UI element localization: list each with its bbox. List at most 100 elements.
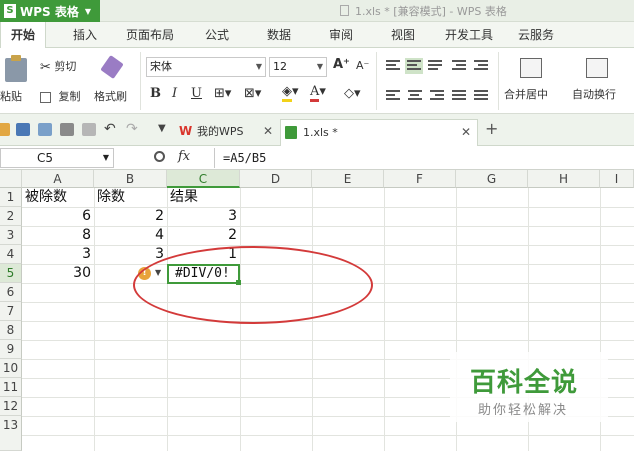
underline-button[interactable]: U <box>191 86 202 101</box>
column-header-b[interactable]: B <box>94 170 167 188</box>
merge-center-button[interactable]: 合并居中 <box>502 52 560 112</box>
row-header-8[interactable]: 8 <box>0 321 22 340</box>
font-color-icon[interactable]: A▾ <box>310 84 326 102</box>
row-header-9[interactable]: 9 <box>0 340 22 359</box>
cell-a4[interactable]: 3 <box>22 245 94 264</box>
cell-b3[interactable]: 4 <box>94 226 167 245</box>
app-menu-button[interactable]: S WPS 表格 ▼ <box>0 0 100 22</box>
export-icon[interactable] <box>38 123 52 136</box>
column-header-i[interactable]: I <box>600 170 634 188</box>
row-header-4[interactable]: 4 <box>0 245 22 264</box>
tab-view[interactable]: 视图 <box>380 22 426 48</box>
tab-data[interactable]: 数据 <box>256 22 302 48</box>
select-all-corner[interactable] <box>0 170 22 188</box>
fill-handle[interactable] <box>236 280 241 285</box>
error-warning-icon[interactable]: ! <box>138 267 151 280</box>
row-header-12[interactable]: 12 <box>0 397 22 416</box>
tab-home[interactable]: 开始 <box>0 22 46 49</box>
paste-button[interactable]: 粘贴 <box>0 48 34 112</box>
cell-a5[interactable]: 30 <box>22 264 94 283</box>
row-header-13[interactable]: 13 <box>0 416 22 451</box>
format-painter-button[interactable]: 格式刷 <box>92 48 136 112</box>
indent-increase-icon[interactable] <box>474 60 488 72</box>
row-header-6[interactable]: 6 <box>0 283 22 302</box>
tab-review[interactable]: 审阅 <box>318 22 364 48</box>
column-header-c[interactable]: C <box>167 170 240 188</box>
row-header-5[interactable]: 5 <box>0 264 22 283</box>
cell-b2[interactable]: 2 <box>94 207 167 226</box>
font-name-select[interactable]: 宋体 ▼ <box>146 57 266 77</box>
align-top-icon[interactable] <box>386 60 400 72</box>
decrease-font-icon[interactable]: A⁻ <box>356 59 369 72</box>
undo-icon[interactable]: ↶ <box>104 121 116 137</box>
cell-a1[interactable]: 被除数 <box>22 188 94 207</box>
tab-cloud[interactable]: 云服务 <box>510 22 562 48</box>
tab-formulas[interactable]: 公式 <box>194 22 240 48</box>
align-center-icon[interactable] <box>408 90 422 102</box>
close-icon[interactable]: ✕ <box>263 119 273 144</box>
print-preview-icon[interactable] <box>82 123 96 136</box>
gridline <box>22 264 634 265</box>
column-header-h[interactable]: H <box>528 170 600 188</box>
tab-page-layout[interactable]: 页面布局 <box>118 22 182 48</box>
increase-font-icon[interactable]: A⁺ <box>333 57 350 72</box>
cell-c4[interactable]: 1 <box>167 245 240 264</box>
justify-icon[interactable] <box>452 90 466 102</box>
column-header-d[interactable]: D <box>240 170 312 188</box>
fill-color-icon[interactable]: ◈▾ <box>282 84 299 102</box>
zoom-icon[interactable] <box>154 151 165 162</box>
cut-button[interactable]: ✂ 剪切 <box>40 58 76 75</box>
borders-icon[interactable]: ⊞▾ <box>214 86 231 101</box>
cell-b4[interactable]: 3 <box>94 245 167 264</box>
align-middle-icon[interactable] <box>405 58 423 74</box>
indent-decrease-icon[interactable] <box>452 60 466 72</box>
align-left-icon[interactable] <box>386 90 400 102</box>
cell-style-icon[interactable]: ⊠▾ <box>244 86 261 101</box>
row-header-10[interactable]: 10 <box>0 359 22 378</box>
tab-insert[interactable]: 插入 <box>62 22 108 48</box>
save-icon[interactable] <box>16 123 30 136</box>
doc-tab-my-wps[interactable]: W 我的WPS ✕ <box>175 119 279 146</box>
row-header-2[interactable]: 2 <box>0 207 22 226</box>
cell-b1[interactable]: 除数 <box>94 188 167 207</box>
copy-icon <box>40 91 51 103</box>
clear-format-icon[interactable]: ◇▾ <box>344 86 361 101</box>
function-icon[interactable]: fx <box>178 149 190 164</box>
row-header-7[interactable]: 7 <box>0 302 22 321</box>
print-icon[interactable] <box>60 123 74 136</box>
redo-icon[interactable]: ↷ <box>126 121 138 137</box>
gridline <box>312 188 313 451</box>
font-size-select[interactable]: 12 ▼ <box>269 57 327 77</box>
column-header-a[interactable]: A <box>22 170 94 188</box>
chevron-down-icon[interactable]: ▼ <box>155 268 161 277</box>
doc-tab-1xls[interactable]: 1.xls * ✕ <box>280 119 478 146</box>
copy-button[interactable]: 复制 <box>40 88 81 104</box>
cell-c1[interactable]: 结果 <box>167 188 240 207</box>
italic-button[interactable]: I <box>172 86 177 101</box>
customize-chevron-icon[interactable]: ▼ <box>158 123 166 134</box>
row-header-3[interactable]: 3 <box>0 226 22 245</box>
row-header-11[interactable]: 11 <box>0 378 22 397</box>
column-header-g[interactable]: G <box>456 170 528 188</box>
new-tab-icon[interactable]: + <box>485 119 498 138</box>
cell-c2[interactable]: 3 <box>167 207 240 226</box>
clipboard-icon <box>5 55 27 82</box>
distributed-icon[interactable] <box>474 90 488 102</box>
bold-button[interactable]: B <box>150 86 161 101</box>
ribbon: 粘贴 ✂ 剪切 复制 格式刷 宋体 ▼ 12 ▼ A⁺ A⁻ B I U ⊞▾ ⊠▾… <box>0 48 634 114</box>
align-right-icon[interactable] <box>430 90 444 102</box>
column-header-f[interactable]: F <box>384 170 456 188</box>
row-header-1[interactable]: 1 <box>0 188 22 207</box>
column-header-e[interactable]: E <box>312 170 384 188</box>
cell-a3[interactable]: 8 <box>22 226 94 245</box>
formula-input[interactable]: =A5/B5 <box>214 148 634 168</box>
open-icon[interactable] <box>0 123 10 136</box>
chevron-down-icon: ▼ <box>102 153 109 162</box>
align-bottom-icon[interactable] <box>428 60 442 72</box>
tab-developer[interactable]: 开发工具 <box>436 22 502 48</box>
name-box[interactable]: C5 ▼ <box>0 148 114 168</box>
cell-a2[interactable]: 6 <box>22 207 94 226</box>
cell-c3[interactable]: 2 <box>167 226 240 245</box>
wrap-text-button[interactable]: 自动换行 <box>568 52 630 112</box>
close-icon[interactable]: ✕ <box>461 120 471 145</box>
